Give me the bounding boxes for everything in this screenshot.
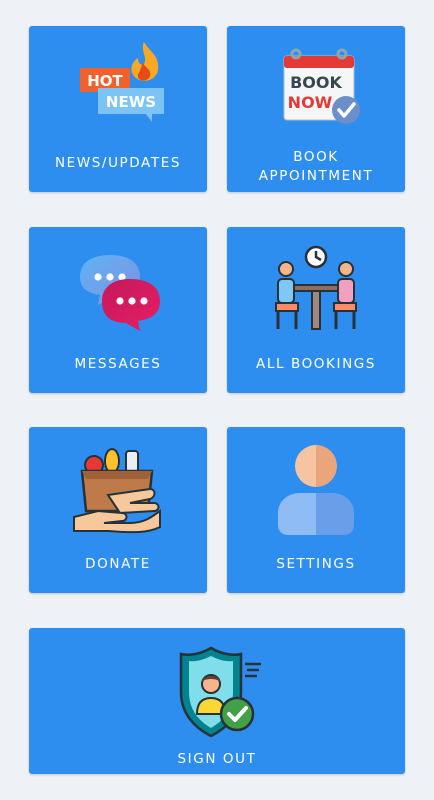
settings-tile[interactable]: SETTINGS bbox=[227, 427, 405, 593]
news-text: NEWS bbox=[106, 93, 156, 111]
book-appointment-label: BOOK APPOINTMENT bbox=[258, 149, 374, 184]
all-bookings-label: ALL BOOKINGS bbox=[255, 356, 376, 372]
settings-label: SETTINGS bbox=[276, 556, 356, 572]
now-text: NOW bbox=[288, 93, 333, 112]
security-shield-user-icon bbox=[179, 646, 261, 738]
news-updates-label: NEWS/UPDATES bbox=[54, 155, 181, 171]
all-bookings-tile[interactable]: ALL BOOKINGS bbox=[227, 227, 405, 393]
sign-out-tile[interactable]: SIGN OUT bbox=[29, 628, 405, 774]
book-text: BOOK bbox=[290, 73, 342, 92]
hot-news-icon: HOT NEWS bbox=[80, 42, 164, 122]
meeting-people-icon bbox=[275, 245, 357, 330]
donate-tile[interactable]: DONATE bbox=[29, 427, 207, 593]
book-now-calendar-icon: BOOK NOW bbox=[283, 48, 360, 124]
hot-text: HOT bbox=[87, 72, 123, 90]
messages-tile[interactable]: MESSAGES bbox=[29, 227, 207, 393]
sign-out-label: SIGN OUT bbox=[177, 751, 257, 767]
news-updates-tile[interactable]: HOT NEWS NEWS/UPDATES bbox=[29, 26, 207, 192]
donate-label: DONATE bbox=[85, 556, 151, 572]
chat-bubbles-icon bbox=[80, 255, 160, 331]
messages-label: MESSAGES bbox=[74, 356, 162, 372]
book-appointment-tile[interactable]: BOOK NOW BOOK APPOINTMENT bbox=[227, 26, 405, 192]
user-profile-icon bbox=[278, 445, 354, 535]
donation-box-icon bbox=[73, 448, 161, 534]
